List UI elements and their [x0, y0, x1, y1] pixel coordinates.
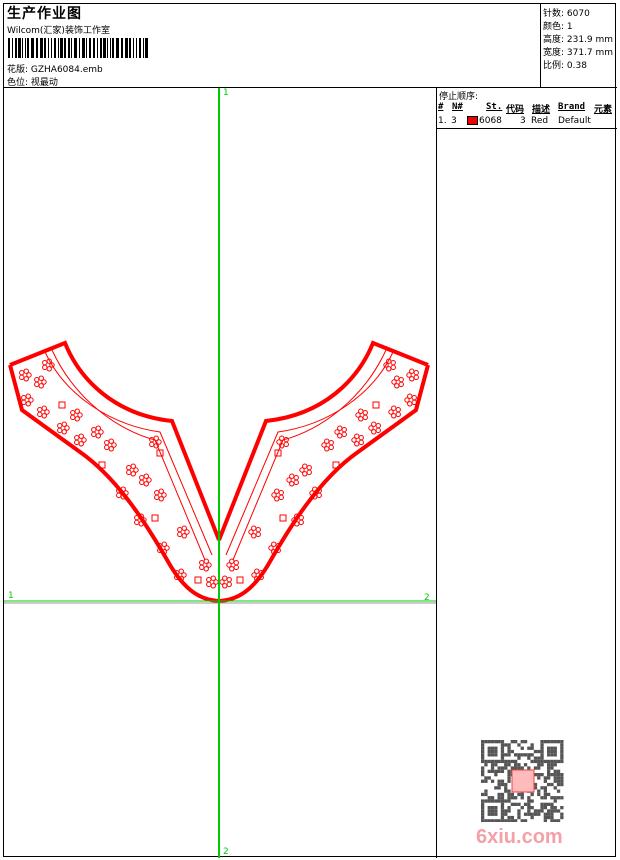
flower-motif [177, 525, 190, 539]
flower-motif [126, 463, 139, 477]
flower-motif [104, 438, 117, 452]
col-code: 代码 [506, 105, 525, 115]
color-swatch [467, 116, 478, 125]
table-divider [437, 128, 617, 129]
col-element: 元素 [594, 105, 613, 115]
flower-motif [58, 401, 66, 409]
col-brand: Brand [558, 102, 586, 112]
flower-motif [70, 408, 83, 422]
flower-motif [206, 575, 219, 589]
qr-code [481, 740, 564, 822]
embroidery-design [8, 340, 221, 603]
stat-scale: 比例: 0.38 [543, 61, 587, 71]
row-index: 1. [438, 116, 447, 126]
flower-motif [139, 473, 152, 487]
h-axis-start-label: 1 [8, 591, 14, 601]
flower-motif [37, 405, 50, 419]
v-axis-end-label: 2 [223, 847, 229, 857]
row-needle: 3 [451, 116, 457, 126]
col-index: # [438, 102, 444, 112]
col-description: 描述 [532, 105, 551, 115]
flower-motif [34, 375, 47, 389]
seal-stamp [511, 769, 535, 793]
v-axis-start-label: 1 [223, 88, 229, 98]
stop-sequence-title: 停止顺序: [439, 92, 479, 102]
flower-motif [57, 421, 70, 435]
col-needle: N# [452, 102, 463, 112]
stat-stitches: 针数: 6070 [543, 9, 590, 19]
outer-border [9, 340, 221, 541]
flower-motif [194, 576, 202, 584]
row-description: Red [531, 116, 549, 126]
stat-colors: 颜色: 1 [543, 22, 573, 32]
flower-motif [19, 368, 32, 382]
stat-height: 高度: 231.9 mm [543, 35, 614, 45]
watermark-logo: 6xiu.com [476, 826, 563, 848]
stat-width: 宽度: 371.7 mm [543, 48, 614, 58]
flower-motif [151, 514, 159, 522]
h-axis-end-label: 2 [424, 593, 430, 603]
flower-motif [154, 488, 167, 502]
row-stitches: 6068 [479, 116, 502, 126]
stats-divider [540, 3, 541, 87]
flower-motif [91, 425, 104, 439]
embroidery-design-mirror [217, 341, 430, 603]
flower-motif [74, 433, 87, 447]
flower-motif [199, 558, 212, 572]
design-canvas [4, 88, 436, 858]
flower-motif [21, 393, 34, 407]
row-brand: Default [558, 116, 591, 126]
col-stitches: St. [486, 102, 503, 112]
row-code: 3 [520, 116, 526, 126]
